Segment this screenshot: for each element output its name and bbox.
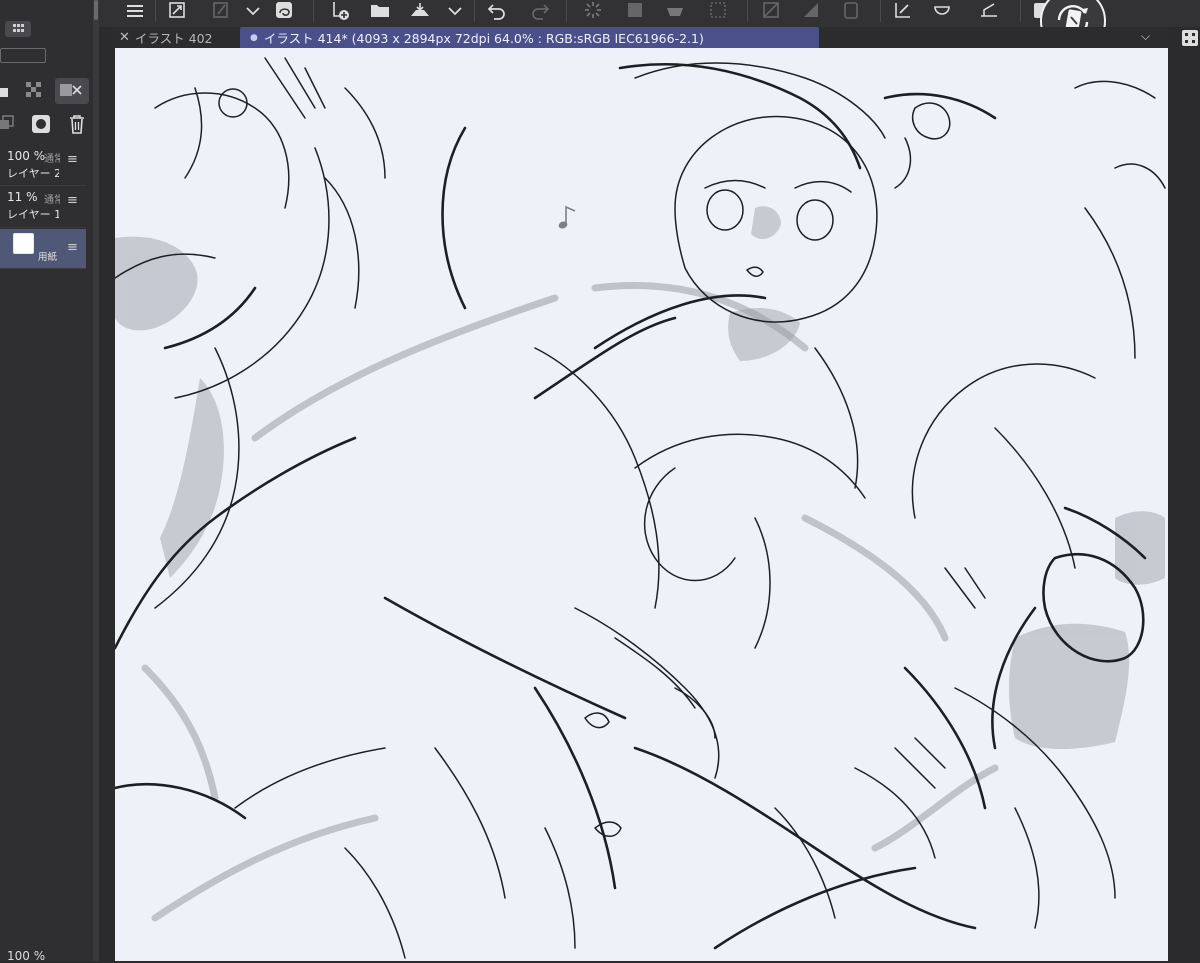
opacity-slider[interactable] xyxy=(0,48,46,63)
tab-label: イラスト 402 xyxy=(134,31,213,46)
fill-icon[interactable] xyxy=(890,0,916,22)
layer-name: 用紙 xyxy=(38,252,58,263)
chevron-down-icon[interactable] xyxy=(442,0,468,22)
ruler-icon[interactable] xyxy=(976,0,1002,22)
ruler-icon[interactable] xyxy=(838,0,864,22)
copy-layer-icon[interactable] xyxy=(0,113,16,133)
layer-name: レイヤー 2 xyxy=(7,167,59,180)
undo-icon[interactable] xyxy=(484,0,510,22)
layer-panel: 100 % 通常 レイヤー 2 ≡ 11 % 通常 レイヤー 1 ≡ 用紙 ≡ … xyxy=(0,0,93,963)
transparency-lock-icon[interactable] xyxy=(24,80,46,100)
new-layer-icon[interactable] xyxy=(327,0,353,22)
layer-name: レイヤー 1 xyxy=(7,208,59,221)
mask-icon[interactable] xyxy=(30,113,52,135)
layer-menu-icon[interactable]: ≡ xyxy=(67,152,78,167)
open-folder-icon[interactable] xyxy=(367,0,393,22)
tab-illust-414[interactable]: ● イラスト 414* (4093 x 2894px 72dpi 64.0% :… xyxy=(240,27,819,48)
lasso-icon[interactable] xyxy=(271,0,297,22)
unsaved-dot-icon: ● xyxy=(250,32,258,43)
clipping-icon[interactable] xyxy=(55,78,89,104)
grid-view-icon[interactable] xyxy=(5,21,31,37)
panel-scrollbar[interactable] xyxy=(93,0,99,961)
layer-opacity: 100 % xyxy=(7,149,46,163)
document-tabbar: ✕ イラスト 402 ● イラスト 414* (4093 x 2894px 72… xyxy=(111,27,1168,48)
drawing-canvas[interactable] xyxy=(115,48,1168,961)
loading-icon xyxy=(580,0,606,22)
layer-row[interactable]: 11 % 通常 レイヤー 1 ≡ xyxy=(0,187,86,228)
layer-row-paper[interactable]: 用紙 ≡ xyxy=(0,229,86,269)
paper-thumbnail xyxy=(13,233,34,254)
menu-icon[interactable] xyxy=(122,0,148,22)
select-icon[interactable] xyxy=(622,0,648,22)
tab-illust-402[interactable]: ✕ イラスト 402 xyxy=(111,27,237,48)
layer-menu-icon[interactable]: ≡ xyxy=(67,240,78,255)
chevron-down-icon[interactable]: ⌵ xyxy=(1141,29,1150,44)
fit-icon[interactable] xyxy=(164,0,190,22)
export-icon[interactable] xyxy=(407,0,433,22)
right-panel-strip xyxy=(1168,27,1200,961)
scrollbar-thumb[interactable] xyxy=(94,0,98,20)
redo-icon[interactable] xyxy=(527,0,553,22)
transform-icon[interactable] xyxy=(705,0,731,22)
eraser-icon[interactable] xyxy=(662,0,688,22)
layer-row[interactable]: 100 % 通常 レイヤー 2 ≡ xyxy=(0,146,86,186)
sketch-artwork xyxy=(115,57,1166,959)
layer-opacity: 11 % xyxy=(7,190,38,204)
chevron-down-icon[interactable] xyxy=(240,0,266,22)
close-icon[interactable]: ✕ xyxy=(119,30,130,45)
toolbar xyxy=(0,0,1200,27)
clip-icon[interactable] xyxy=(798,0,824,22)
lock-icon[interactable] xyxy=(0,80,12,98)
layer-blend-mode: 通常 xyxy=(44,195,60,206)
adjust-icon[interactable] xyxy=(930,0,956,22)
tab-label: イラスト 414* (4093 x 2894px 72dpi 64.0% : R… xyxy=(263,31,704,46)
trash-icon[interactable] xyxy=(66,113,88,135)
pen-icon[interactable] xyxy=(208,0,234,22)
layer-blend-mode: 通常 xyxy=(44,154,60,165)
panel-toggle-icon[interactable] xyxy=(1181,29,1199,47)
layer-menu-icon[interactable]: ≡ xyxy=(67,193,78,208)
gradient-icon[interactable] xyxy=(758,0,784,22)
